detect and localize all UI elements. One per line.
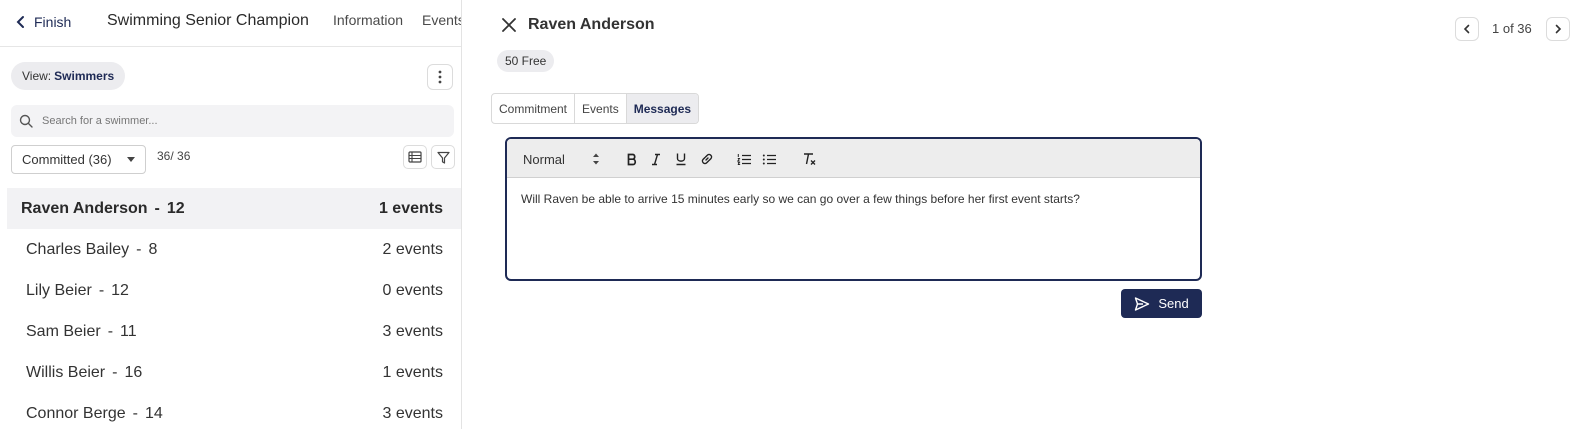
swimmer-name-age: Sam Beier -11 xyxy=(26,323,137,341)
view-selector[interactable]: View: Swimmers xyxy=(11,62,126,90)
underline-icon[interactable] xyxy=(673,151,689,167)
list-view-button[interactable] xyxy=(403,145,427,169)
send-button[interactable]: Send xyxy=(1121,289,1202,318)
swimmer-count: 36/ 36 xyxy=(157,149,191,163)
tab-commitment[interactable]: Commitment xyxy=(492,94,576,123)
swimmer-name-age: Charles Bailey -8 xyxy=(26,241,157,259)
chevron-left-icon xyxy=(1463,24,1470,34)
meet-title: Swimming Senior Champion xyxy=(107,12,309,29)
finish-button[interactable]: Finish xyxy=(14,11,71,33)
separator: - xyxy=(107,322,114,340)
separator: - xyxy=(136,240,142,258)
swimmer-name: Charles Bailey xyxy=(26,240,130,258)
bold-icon[interactable] xyxy=(624,151,640,167)
list-item[interactable]: Willis Beier -16 1 events xyxy=(7,352,461,393)
swimmer-age: 12 xyxy=(166,199,185,217)
close-icon[interactable] xyxy=(500,16,518,34)
next-swimmer-button[interactable] xyxy=(1546,17,1570,41)
previous-swimmer-button[interactable] xyxy=(1455,17,1479,41)
filter-icon xyxy=(436,151,450,164)
view-value: Swimmers xyxy=(54,69,115,83)
filter-button[interactable] xyxy=(431,145,455,169)
event-count: 0 events xyxy=(382,281,443,299)
format-select[interactable]: Normal xyxy=(523,151,565,167)
separator: - xyxy=(132,404,138,422)
message-text[interactable]: Will Raven be able to arrive 15 minutes … xyxy=(507,178,1200,220)
separator: - xyxy=(98,281,105,299)
swimmer-age: 14 xyxy=(144,404,163,422)
swimmer-name: Connor Berge xyxy=(26,404,126,422)
search-box xyxy=(11,105,454,137)
swimmer-panel: Finish Swimming Senior Champion Informat… xyxy=(0,0,462,429)
tab-messages[interactable]: Messages xyxy=(626,94,699,123)
swimmer-name: Lily Beier xyxy=(26,281,92,299)
swimmer-name: Raven Anderson xyxy=(21,199,148,217)
detail-tabs: Commitment Events Messages xyxy=(491,93,700,124)
swimmer-name: Willis Beier xyxy=(26,363,106,381)
swimmer-name-age: Raven Anderson -12 xyxy=(21,200,185,218)
swimmer-age: 11 xyxy=(120,322,137,340)
italic-icon[interactable] xyxy=(648,151,664,167)
event-count: 3 events xyxy=(382,404,443,422)
list-item[interactable]: Connor Berge -14 3 events xyxy=(7,393,461,429)
event-count: 1 events xyxy=(378,199,443,217)
editor-toolbar: Normal xyxy=(507,139,1200,178)
event-count: 1 events xyxy=(382,363,443,381)
bullet-list-icon[interactable] xyxy=(761,151,777,167)
list-item[interactable]: Raven Anderson -12 1 events xyxy=(7,188,461,229)
search-input[interactable] xyxy=(42,115,422,127)
swimmer-list: Raven Anderson -12 1 events Charles Baile… xyxy=(7,188,461,429)
list-item[interactable]: Sam Beier -11 3 events xyxy=(7,311,461,352)
tab-events[interactable]: Events xyxy=(422,12,461,28)
kebab-icon xyxy=(438,70,442,84)
list-item[interactable]: Charles Bailey -8 2 events xyxy=(7,229,461,270)
top-bar: Finish Swimming Senior Champion Informat… xyxy=(0,0,461,47)
caret-down-icon xyxy=(127,157,135,162)
message-editor: Normal Will Raven be able to arrive 15 m… xyxy=(505,137,1202,281)
chevron-right-icon xyxy=(1555,24,1562,34)
swimmer-title: Raven Anderson xyxy=(528,16,655,33)
send-label: Send xyxy=(1158,296,1189,311)
tab-events[interactable]: Events xyxy=(575,94,627,123)
finish-label: Finish xyxy=(34,14,72,30)
ordered-list-icon[interactable] xyxy=(736,151,752,167)
list-item[interactable]: Lily Beier -12 0 events xyxy=(7,270,461,311)
event-chip: 50 Free xyxy=(497,50,555,72)
list-view-icon xyxy=(408,151,422,163)
swimmer-age: 16 xyxy=(124,363,143,381)
swimmer-age: 12 xyxy=(111,281,129,299)
link-icon[interactable] xyxy=(699,151,715,167)
swimmer-name-age: Connor Berge -14 xyxy=(26,405,163,423)
swimmer-name-age: Lily Beier -12 xyxy=(26,282,129,300)
view-prefix: View: xyxy=(22,69,52,83)
pager-position: 1 of 36 xyxy=(1492,21,1532,36)
app: Finish Swimming Senior Champion Informat… xyxy=(0,0,1591,429)
commitment-filter-select[interactable]: Committed (36) xyxy=(11,145,146,174)
send-icon xyxy=(1135,296,1150,311)
search-icon xyxy=(19,114,33,128)
event-count: 3 events xyxy=(382,322,443,340)
event-count: 2 events xyxy=(382,240,443,258)
tab-information[interactable]: Information xyxy=(333,12,403,28)
separator: - xyxy=(112,363,118,381)
swimmer-age: 8 xyxy=(148,240,158,258)
swimmer-name: Sam Beier xyxy=(26,322,101,340)
clear-format-icon[interactable] xyxy=(801,151,817,167)
more-options-button[interactable] xyxy=(427,64,453,90)
swimmer-name-age: Willis Beier -16 xyxy=(26,364,142,382)
chevron-left-icon xyxy=(16,16,24,28)
updown-arrows-icon xyxy=(593,153,599,165)
separator: - xyxy=(154,199,160,217)
filter-selected: Committed (36) xyxy=(22,152,112,167)
